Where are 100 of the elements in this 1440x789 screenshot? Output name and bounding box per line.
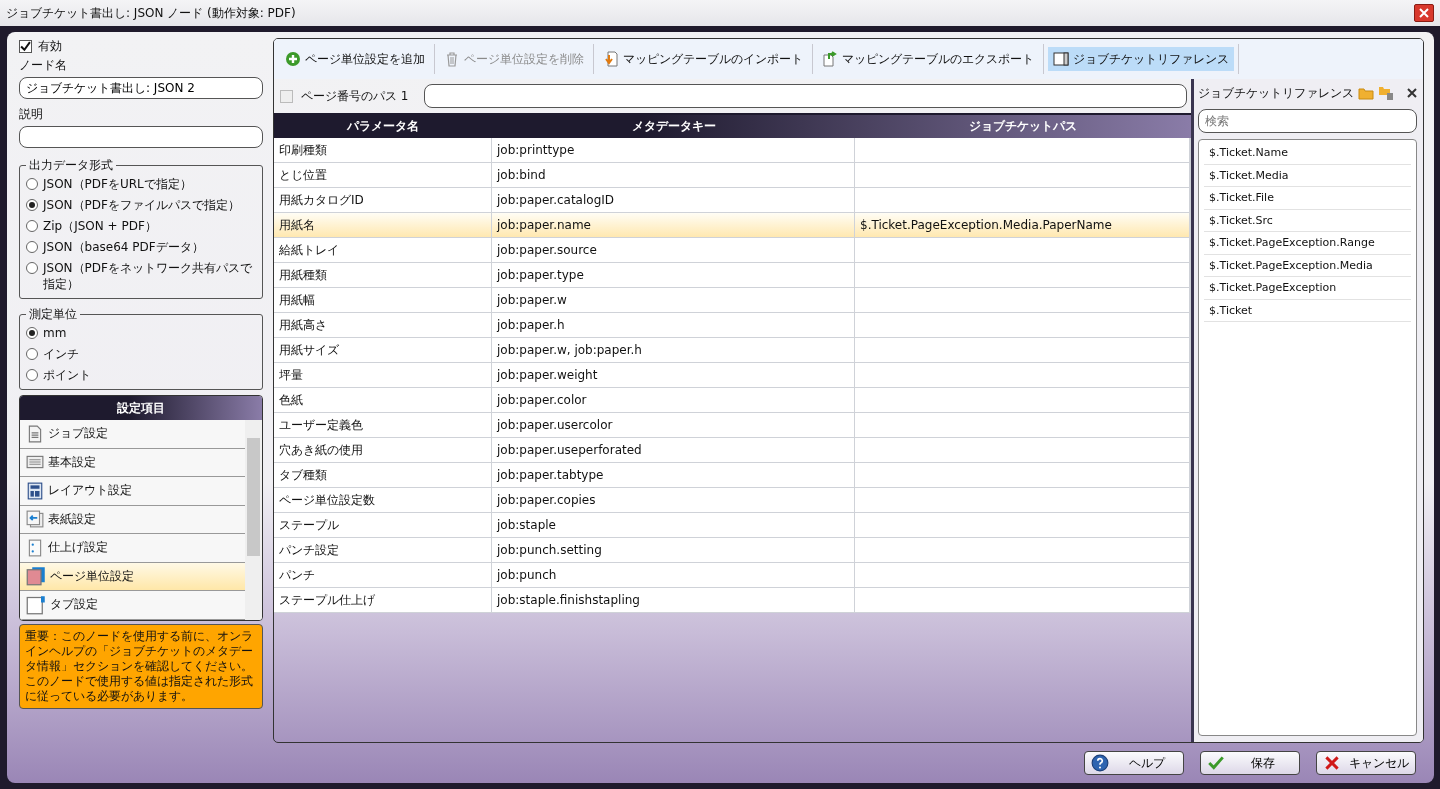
radio-label: JSON（PDFをファイルパスで指定） [43,197,240,213]
description-field[interactable] [19,126,263,148]
radio-button[interactable] [26,262,38,274]
node-name-field[interactable]: ジョブチケット書出し: JSON 2 [19,77,263,99]
page-icon [26,538,44,557]
table-cell: $.Ticket.PageException.Media.PaperName [860,218,1112,232]
enabled-label: 有効 [38,37,62,55]
table-row[interactable]: 色紙 job:paper.color [274,388,1191,413]
table-cell: job:paper.color [497,393,587,407]
table-cell: 用紙種類 [279,266,327,284]
cover-icon [26,510,44,529]
column-header: メタデータキー [630,118,717,135]
scrollbar[interactable] [245,420,262,620]
table-cell: job:paper.type [497,268,584,282]
column-header: ジョブチケットパス [968,118,1078,135]
reference-item[interactable]: $.Ticket.PageException.Range [1204,232,1411,255]
page-path-field[interactable] [424,84,1187,108]
tab-icon [26,594,46,615]
table-cell: job:punch [497,568,557,582]
table-row[interactable]: 穴あき紙の使用 job:paper.useperforated [274,438,1191,463]
toolbar-button[interactable]: ページ単位設定を追加 [280,47,430,71]
table-row[interactable]: ユーザー定義色 job:paper.usercolor [274,413,1191,438]
table-row[interactable]: ページ単位設定数 job:paper.copies [274,488,1191,513]
table-row[interactable]: 印刷種類 job:printtype [274,138,1191,163]
table-row[interactable]: パンチ設定 job:punch.setting [274,538,1191,563]
table-cell: 用紙高さ [279,316,327,334]
toolbar-button[interactable]: マッピングテーブルのエクスポート [817,47,1039,71]
table-cell: job:staple [497,518,556,532]
table-cell: job:paper.w [497,293,567,307]
import-icon [603,51,619,67]
help-icon [1091,754,1109,772]
table-cell: ページ単位設定数 [279,491,375,509]
page-path-checkbox[interactable] [280,89,293,103]
reference-item[interactable]: $.Ticket [1204,299,1411,322]
search-field[interactable]: 検索 [1198,109,1417,133]
radio-button[interactable] [26,369,38,381]
check-icon [1207,754,1225,772]
page-path-label: ページ番号のパス 1 [301,87,409,105]
node-name-label: ノード名 [19,57,68,74]
table-cell: 用紙カタログID [279,191,364,209]
window-title: ジョブチケット書出し: JSON ノード (動作対象: PDF) [6,4,296,22]
table-cell: 坪量 [279,366,303,384]
table-cell: job:paper.h [497,318,565,332]
radio-button[interactable] [26,327,38,339]
table-row[interactable]: ステープル仕上げ job:staple.finishstapling [274,588,1191,613]
book-icon [1053,51,1069,67]
reference-item[interactable]: $.Ticket.Name [1204,142,1411,165]
layout-icon [26,481,44,500]
close-icon [1407,88,1417,98]
close-button[interactable] [1414,4,1434,22]
enabled-checkbox[interactable] [19,39,32,53]
radio-button[interactable] [26,241,38,253]
cancel-button[interactable]: キャンセル [1316,751,1416,775]
table-cell: とじ位置 [279,166,327,184]
column-header: パラメータ名 [346,118,420,135]
settings-item-label: ジョブ設定 [48,425,108,443]
radio-label: ポイント [43,367,91,383]
document-icon [26,424,44,443]
table-cell: job:paper.usercolor [497,418,613,432]
table-row[interactable]: タブ種類 job:paper.tabtype [274,463,1191,488]
settings-item[interactable]: ページ単位設定 [20,562,245,591]
table-cell: job:paper.tabtype [497,468,604,482]
close-icon [1419,8,1429,18]
table-cell: job:bind [497,168,546,182]
table-row[interactable]: 給紙トレイ job:paper.source [274,238,1191,263]
reference-item[interactable]: $.Ticket.Media [1204,164,1411,187]
table-row[interactable]: 用紙幅 job:paper.w [274,288,1191,313]
toolbar-button[interactable]: ジョブチケットリファレンス [1048,47,1234,71]
table-row[interactable]: パンチ job:punch [274,563,1191,588]
toolbar-button[interactable]: マッピングテーブルのインポート [598,47,808,71]
radio-button[interactable] [26,199,38,211]
table-row[interactable]: 用紙サイズ job:paper.w, job:paper.h [274,338,1191,363]
table-cell: ステープル仕上げ [279,591,375,609]
settings-item-label: 基本設定 [48,453,96,471]
table-row[interactable]: 用紙種類 job:paper.type [274,263,1191,288]
table-row[interactable]: 用紙カタログID job:paper.catalogID [274,188,1191,213]
settings-item-label: 仕上げ設定 [48,539,108,557]
radio-label: JSON（PDFをURLで指定） [43,176,192,192]
description-label: 説明 [19,106,44,123]
reference-item[interactable]: $.Ticket.PageException.Media [1204,254,1411,277]
table-cell: job:staple.finishstapling [497,593,640,607]
save-button[interactable]: 保存 [1200,751,1300,775]
table-cell: タブ種類 [279,466,327,484]
table-cell: 用紙幅 [279,291,315,309]
radio-button[interactable] [26,348,38,360]
table-cell: job:punch.setting [497,543,602,557]
reference-item[interactable]: $.Ticket.Src [1204,209,1411,232]
close-button[interactable] [1407,88,1417,98]
table-row[interactable]: 坪量 job:paper.weight [274,363,1191,388]
help-button[interactable]: ヘルプ [1084,751,1184,775]
table-row[interactable]: 用紙名 job:paper.name $.Ticket.PageException.Media.PaperName [274,213,1191,238]
reference-item[interactable]: $.Ticket.PageException [1204,277,1411,300]
reference-item[interactable]: $.Ticket.File [1204,187,1411,210]
settings-item-label: ページ単位設定 [50,567,134,585]
table-row[interactable]: とじ位置 job:bind [274,163,1191,188]
table-cell: 用紙サイズ [279,341,339,359]
table-row[interactable]: 用紙高さ job:paper.h [274,313,1191,338]
table-row[interactable]: ステープル job:staple [274,513,1191,538]
radio-button[interactable] [26,178,38,190]
radio-button[interactable] [26,220,38,232]
